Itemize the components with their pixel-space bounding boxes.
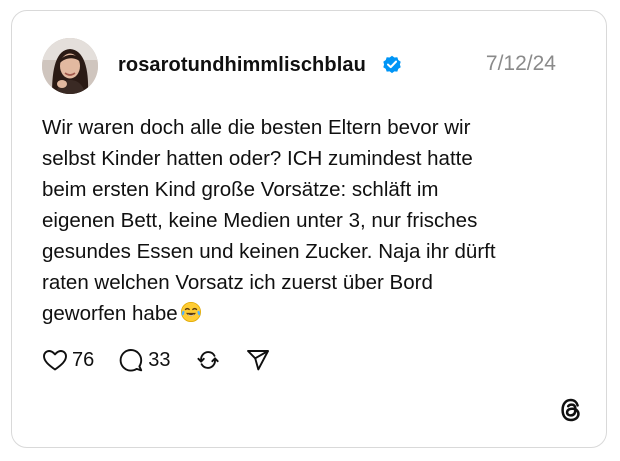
reply-count: 33 [148, 349, 171, 371]
avatar[interactable] [42, 38, 98, 94]
threads-logo-icon[interactable] [558, 396, 584, 424]
post-card: rosarotundhimmlischblau 7/12/24 Wir ware… [11, 10, 607, 448]
heart-icon [43, 350, 67, 371]
paper-plane-icon [246, 350, 269, 371]
speech-bubble-icon [119, 349, 143, 372]
like-button[interactable]: 76 [42, 348, 94, 372]
reply-button[interactable]: 33 [118, 347, 171, 373]
username[interactable]: rosarotundhimmlischblau [118, 53, 366, 77]
like-count: 76 [72, 349, 95, 371]
repost-button[interactable] [195, 347, 221, 373]
repost-icon [196, 351, 219, 369]
verified-badge-icon [383, 55, 401, 74]
post-body: Wir waren doch alle die besten Eltern be… [42, 112, 582, 329]
face-with-tears-of-joy-icon [180, 302, 201, 322]
post-actions: 76 33 [42, 345, 295, 375]
post-date: 7/12/24 [485, 52, 556, 75]
profile-photo [42, 38, 98, 94]
post-text: Wir waren doch alle die besten Eltern be… [42, 116, 496, 325]
share-button[interactable] [245, 347, 271, 373]
